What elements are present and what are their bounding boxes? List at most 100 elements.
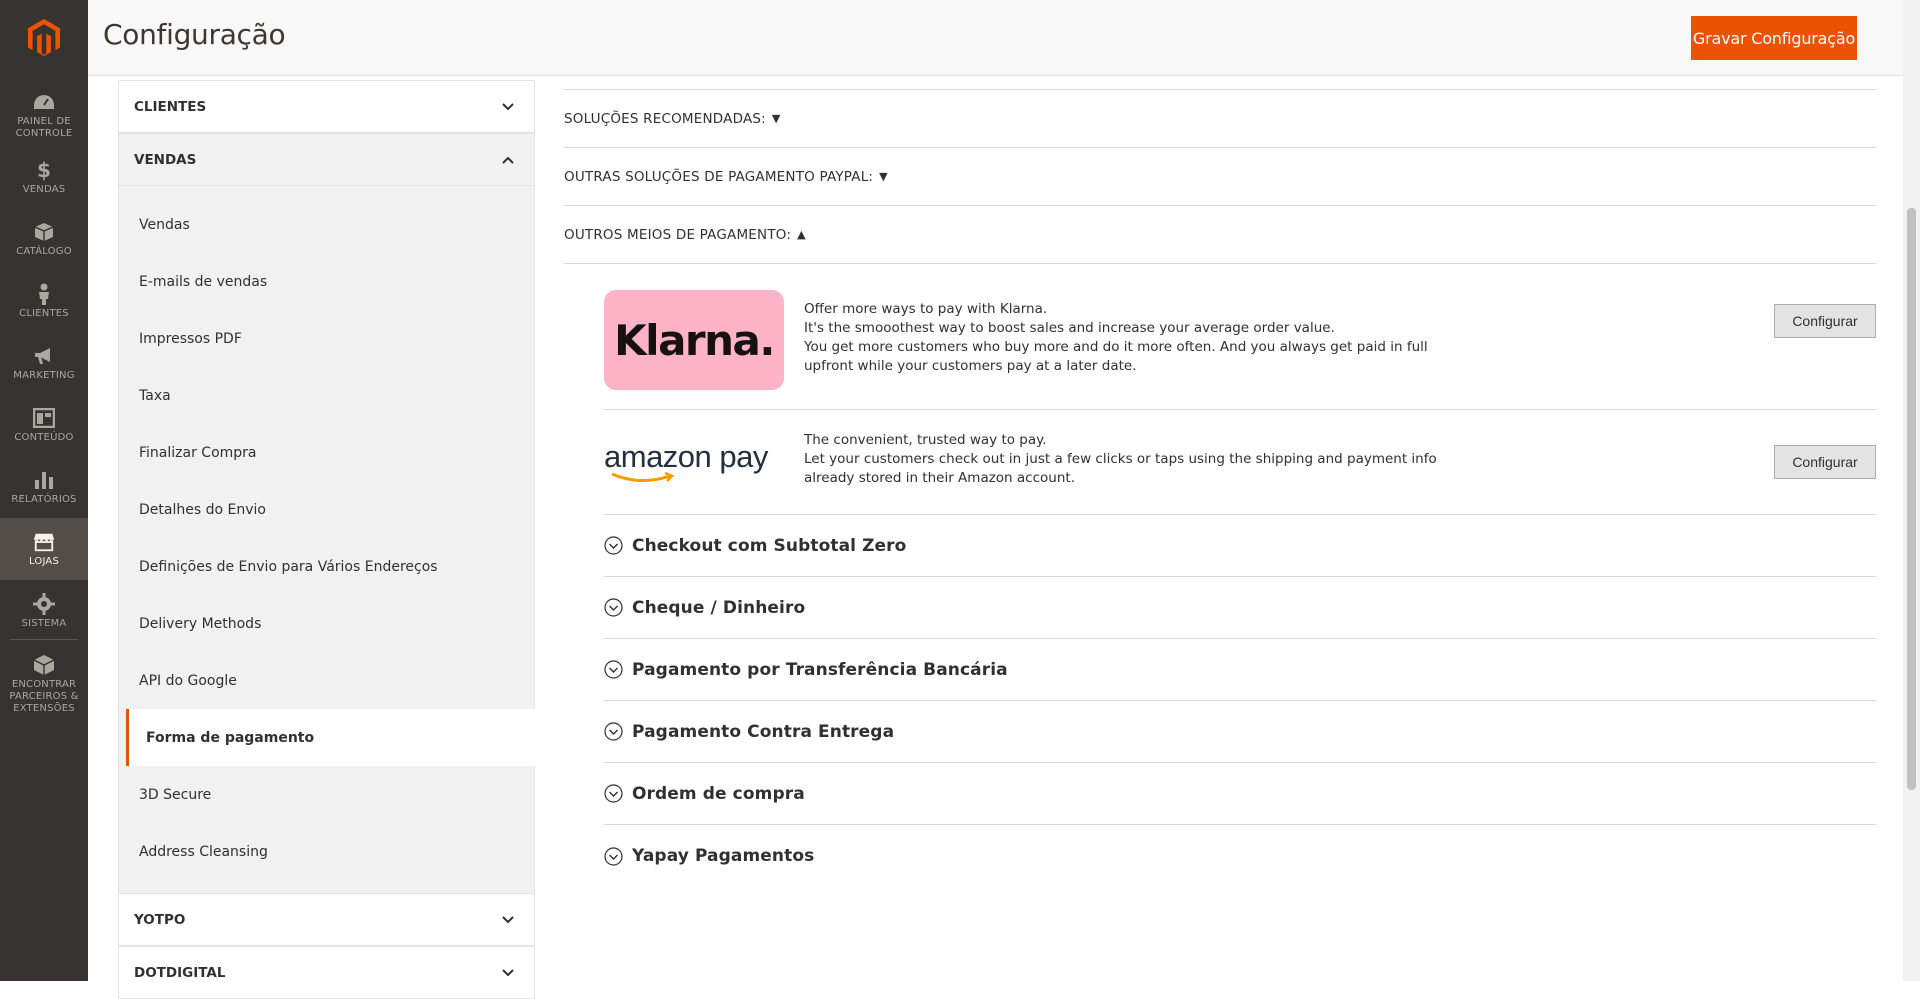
expand-circle-icon bbox=[604, 784, 623, 803]
group-recommended-label: SOLUÇÕES RECOMENDADAS: bbox=[564, 110, 766, 127]
menu-catalog-label: CATÁLOGO bbox=[16, 245, 72, 257]
expand-circle-icon bbox=[604, 660, 623, 679]
menu-reports[interactable]: RELATÓRIOS bbox=[0, 456, 88, 518]
page-scrollbar[interactable] bbox=[1903, 0, 1920, 981]
chevron-down-icon bbox=[502, 916, 514, 924]
section-dotdigital[interactable]: DOTDIGITAL bbox=[118, 946, 535, 999]
klarna-configure-button[interactable]: Configurar bbox=[1774, 304, 1876, 338]
menu-sales[interactable]: $ VENDAS bbox=[0, 146, 88, 208]
menu-customers[interactable]: CLIENTES bbox=[0, 270, 88, 332]
amazon-pay-logo: amazon pay bbox=[604, 440, 784, 490]
section-yotpo[interactable]: YOTPO bbox=[118, 893, 535, 946]
section-clientes[interactable]: CLIENTES bbox=[118, 80, 535, 133]
amazon-pay-configure-button[interactable]: Configurar bbox=[1774, 445, 1876, 479]
method-zero-subtotal-label: Checkout com Subtotal Zero bbox=[632, 535, 907, 556]
klarna-line-1: Offer more ways to pay with Klarna. bbox=[804, 301, 1048, 317]
nav-link-emails[interactable]: E-mails de vendas bbox=[119, 253, 534, 310]
method-bank-transfer-label: Pagamento por Transferência Bancária bbox=[632, 659, 1008, 680]
nav-link-vendas[interactable]: Vendas bbox=[119, 196, 534, 253]
nav-link-payment-methods[interactable]: Forma de pagamento bbox=[126, 709, 536, 766]
section-dotdigital-label: DOTDIGITAL bbox=[134, 964, 226, 981]
method-purchase-order[interactable]: Ordem de compra bbox=[604, 763, 1876, 825]
chevron-up-icon bbox=[502, 156, 514, 164]
method-yapay-label: Yapay Pagamentos bbox=[632, 846, 815, 866]
menu-dashboard-label: PAINEL DE CONTROLE bbox=[15, 115, 73, 139]
menu-partners-label: ENCONTRAR PARCEIROS & EXTENSÕES bbox=[9, 678, 79, 714]
method-cash-on-delivery-label: Pagamento Contra Entrega bbox=[632, 721, 895, 742]
megaphone-icon bbox=[33, 345, 55, 367]
group-recommended-solutions[interactable]: SOLUÇÕES RECOMENDADAS: ▼ bbox=[564, 90, 1876, 148]
amazon-line-2: Let your customers check out in just a f… bbox=[804, 451, 1437, 486]
group-paypal-label: OUTRAS SOLUÇÕES DE PAGAMENTO PAYPAL: bbox=[564, 168, 874, 185]
nav-link-3d-secure[interactable]: 3D Secure bbox=[119, 766, 534, 823]
menu-dashboard[interactable]: PAINEL DE CONTROLE bbox=[0, 84, 88, 146]
menu-content-label: CONTEÚDO bbox=[14, 431, 74, 443]
menu-stores[interactable]: LOJAS bbox=[0, 518, 88, 580]
menu-catalog[interactable]: CATÁLOGO bbox=[0, 208, 88, 270]
menu-reports-label: RELATÓRIOS bbox=[11, 493, 77, 505]
group-paypal-solutions[interactable]: OUTRAS SOLUÇÕES DE PAGAMENTO PAYPAL: ▼ bbox=[564, 148, 1876, 206]
section-vendas-list: Vendas E-mails de vendas Impressos PDF T… bbox=[118, 186, 536, 893]
method-bank-transfer[interactable]: Pagamento por Transferência Bancária bbox=[604, 639, 1876, 701]
section-vendas-label: VENDAS bbox=[134, 151, 197, 168]
partners-icon bbox=[33, 654, 55, 676]
nav-link-taxa[interactable]: Taxa bbox=[119, 367, 534, 424]
box-icon bbox=[33, 221, 55, 243]
nav-link-pdf[interactable]: Impressos PDF bbox=[119, 310, 534, 367]
expand-circle-icon bbox=[604, 536, 623, 555]
klarna-promo: Klarna. Offer more ways to pay with Klar… bbox=[604, 264, 1876, 410]
expand-circle-icon bbox=[604, 598, 623, 617]
expand-arrow-icon: ▼ bbox=[879, 170, 888, 183]
person-icon bbox=[33, 283, 55, 305]
expand-circle-icon bbox=[604, 846, 623, 866]
method-yapay[interactable]: Yapay Pagamentos bbox=[604, 825, 1876, 887]
nav-link-checkout[interactable]: Finalizar Compra bbox=[119, 424, 534, 481]
amazon-pay-logo-text: amazon pay bbox=[604, 439, 768, 474]
method-check-money[interactable]: Cheque / Dinheiro bbox=[604, 577, 1876, 639]
expand-circle-icon bbox=[604, 722, 623, 741]
group-other-label: OUTROS MEIOS DE PAGAMENTO: bbox=[564, 226, 792, 243]
menu-divider bbox=[10, 639, 78, 640]
section-yotpo-label: YOTPO bbox=[134, 911, 186, 928]
menu-customers-label: CLIENTES bbox=[19, 307, 69, 319]
menu-system[interactable]: SISTEMA bbox=[0, 580, 88, 642]
amazon-pay-promo: amazon pay The convenient, trusted way t… bbox=[604, 410, 1876, 515]
menu-partners[interactable]: ENCONTRAR PARCEIROS & EXTENSÕES bbox=[0, 648, 88, 720]
page-title: Configuração bbox=[103, 18, 286, 51]
menu-sales-label: VENDAS bbox=[22, 183, 66, 195]
collapse-arrow-icon: ▲ bbox=[797, 228, 806, 241]
section-vendas[interactable]: VENDAS bbox=[118, 133, 535, 186]
nav-link-multishipping[interactable]: Definições de Envio para Vários Endereço… bbox=[119, 538, 534, 595]
payment-methods-content: SOLUÇÕES RECOMENDADAS: ▼ OUTRAS SOLUÇÕES… bbox=[564, 76, 1876, 981]
menu-system-label: SISTEMA bbox=[21, 617, 67, 629]
expand-arrow-icon: ▼ bbox=[771, 112, 781, 125]
config-sidebar: CLIENTES VENDAS Vendas E-mails de vendas… bbox=[118, 80, 536, 999]
klarna-line-3: You get more customers who buy more and … bbox=[804, 339, 1428, 374]
nav-link-google-api[interactable]: API do Google bbox=[119, 652, 534, 709]
method-zero-subtotal[interactable]: Checkout com Subtotal Zero bbox=[604, 515, 1876, 577]
nav-link-delivery-methods[interactable]: Delivery Methods bbox=[119, 595, 534, 652]
method-check-money-label: Cheque / Dinheiro bbox=[632, 597, 806, 618]
chevron-down-icon bbox=[502, 103, 514, 111]
nav-link-address-cleansing[interactable]: Address Cleansing bbox=[119, 823, 534, 880]
method-purchase-order-label: Ordem de compra bbox=[632, 783, 805, 804]
section-clientes-label: CLIENTES bbox=[134, 98, 207, 115]
klarna-description: Offer more ways to pay with Klarna. It's… bbox=[804, 300, 1444, 376]
menu-marketing-label: MARKETING bbox=[13, 369, 75, 381]
menu-marketing[interactable]: MARKETING bbox=[0, 332, 88, 394]
amazon-pay-description: The convenient, trusted way to pay. Let … bbox=[804, 431, 1444, 488]
save-config-button[interactable]: Gravar Configuração bbox=[1691, 16, 1857, 60]
page-header: Configuração Gravar Configuração bbox=[88, 0, 1920, 76]
menu-stores-label: LOJAS bbox=[28, 555, 60, 567]
bar-chart-icon bbox=[33, 469, 55, 491]
chevron-down-icon bbox=[502, 969, 514, 977]
magento-logo[interactable] bbox=[0, 0, 88, 76]
layout-icon bbox=[33, 407, 55, 429]
magento-logo-icon bbox=[28, 19, 60, 57]
method-cash-on-delivery[interactable]: Pagamento Contra Entrega bbox=[604, 701, 1876, 763]
menu-content[interactable]: CONTEÚDO bbox=[0, 394, 88, 456]
group-other-payment[interactable]: OUTROS MEIOS DE PAGAMENTO: ▲ bbox=[564, 206, 1876, 264]
nav-link-shipping-details[interactable]: Detalhes do Envio bbox=[119, 481, 534, 538]
scrollbar-thumb[interactable] bbox=[1907, 208, 1916, 790]
store-icon bbox=[33, 531, 55, 553]
